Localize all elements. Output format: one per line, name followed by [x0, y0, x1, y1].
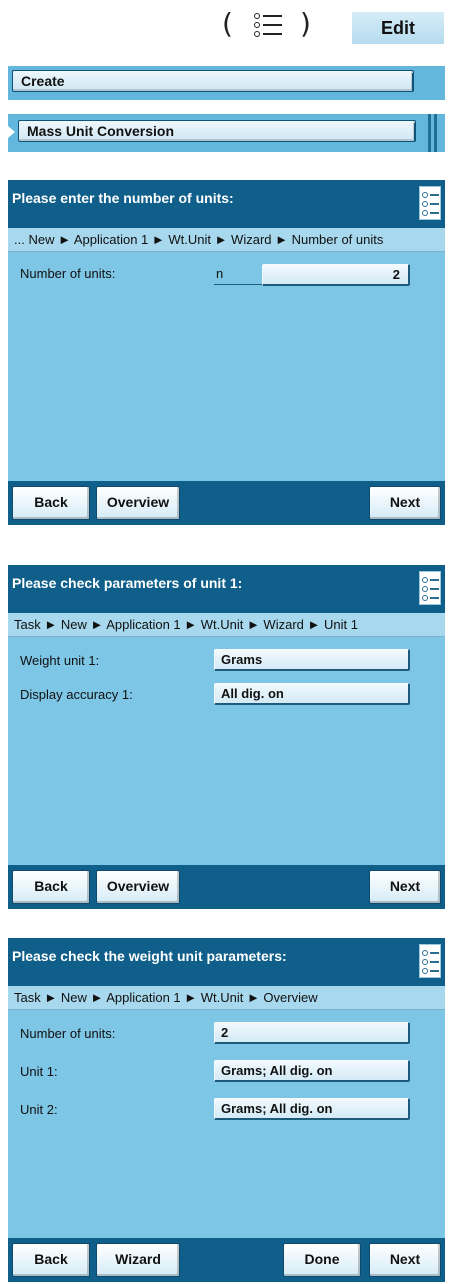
mass-unit-conversion-button[interactable]: Mass Unit Conversion	[18, 120, 416, 142]
paren-right: )	[300, 7, 311, 40]
play-triangle-icon	[8, 126, 15, 138]
wizard-button[interactable]: Wizard	[96, 1243, 180, 1277]
breadcrumb: Task ► New ► Application 1 ► Wt.Unit ► W…	[8, 613, 445, 637]
mass-unit-conversion-label: Mass Unit Conversion	[27, 123, 175, 139]
panel-title: Please check parameters of unit 1:	[12, 575, 243, 591]
breadcrumb: Task ► New ► Application 1 ► Wt.Unit ► O…	[8, 986, 445, 1010]
paren-left: (	[222, 7, 233, 40]
next-button[interactable]: Next	[369, 486, 441, 520]
mass-unit-conversion-bar: Mass Unit Conversion	[8, 114, 445, 152]
field-label: Unit 2:	[20, 1102, 58, 1117]
panel-header: Please check the weight unit parameters:	[8, 938, 445, 986]
overview-button[interactable]: Overview	[96, 486, 180, 520]
weight-unit-1-field[interactable]: Grams	[214, 649, 410, 671]
screen-unit-1-parameters: Please check parameters of unit 1: Task …	[8, 565, 445, 909]
field-label: Weight unit 1:	[20, 653, 100, 668]
overview-button[interactable]: Overview	[96, 870, 180, 904]
list-icon[interactable]	[419, 571, 441, 605]
display-accuracy-1-field[interactable]: All dig. on	[214, 683, 410, 705]
create-label: Create	[21, 73, 65, 89]
field-label: Number of units:	[20, 266, 116, 281]
list-icon[interactable]	[419, 944, 441, 978]
screen-weight-unit-overview: Please check the weight unit parameters:…	[8, 938, 445, 1282]
footer-bar: Back Overview Next	[8, 865, 445, 909]
next-button[interactable]: Next	[369, 1243, 441, 1277]
panel-title: Please enter the number of units:	[12, 190, 234, 206]
breadcrumb-text: ... New ► Application 1 ► Wt.Unit ► Wiza…	[14, 232, 384, 247]
done-button[interactable]: Done	[283, 1243, 361, 1277]
breadcrumb-text: Task ► New ► Application 1 ► Wt.Unit ► O…	[14, 990, 318, 1005]
panel-header: Please check parameters of unit 1:	[8, 565, 445, 613]
back-button[interactable]: Back	[12, 1243, 90, 1277]
number-of-units-field[interactable]: 2	[214, 1022, 410, 1044]
unit-1-field[interactable]: Grams; All dig. on	[214, 1060, 410, 1082]
field-label: Number of units:	[20, 1026, 116, 1041]
list-icon[interactable]	[419, 186, 441, 220]
field-label: Unit 1:	[20, 1064, 58, 1079]
next-button[interactable]: Next	[369, 870, 441, 904]
unit-2-field[interactable]: Grams; All dig. on	[214, 1098, 410, 1120]
breadcrumb: ... New ► Application 1 ► Wt.Unit ► Wiza…	[8, 228, 445, 252]
field-label: Display accuracy 1:	[20, 687, 133, 702]
number-of-units-field[interactable]: 2	[262, 264, 410, 286]
edit-button[interactable]: Edit	[352, 12, 444, 44]
panel-title: Please check the weight unit parameters:	[12, 948, 287, 964]
footer-bar: Back Overview Next	[8, 481, 445, 525]
list-icon[interactable]	[254, 12, 284, 42]
unit-prefix-label: n	[216, 266, 224, 281]
create-button[interactable]: Create	[12, 70, 414, 92]
back-button[interactable]: Back	[12, 486, 90, 520]
back-button[interactable]: Back	[12, 870, 90, 904]
create-bar: Create	[8, 66, 445, 100]
screen-number-of-units: Please enter the number of units: ... Ne…	[8, 180, 445, 525]
breadcrumb-text: Task ► New ► Application 1 ► Wt.Unit ► W…	[14, 617, 358, 632]
footer-bar: Back Wizard Done Next	[8, 1238, 445, 1282]
panel-header: Please enter the number of units:	[8, 180, 445, 228]
